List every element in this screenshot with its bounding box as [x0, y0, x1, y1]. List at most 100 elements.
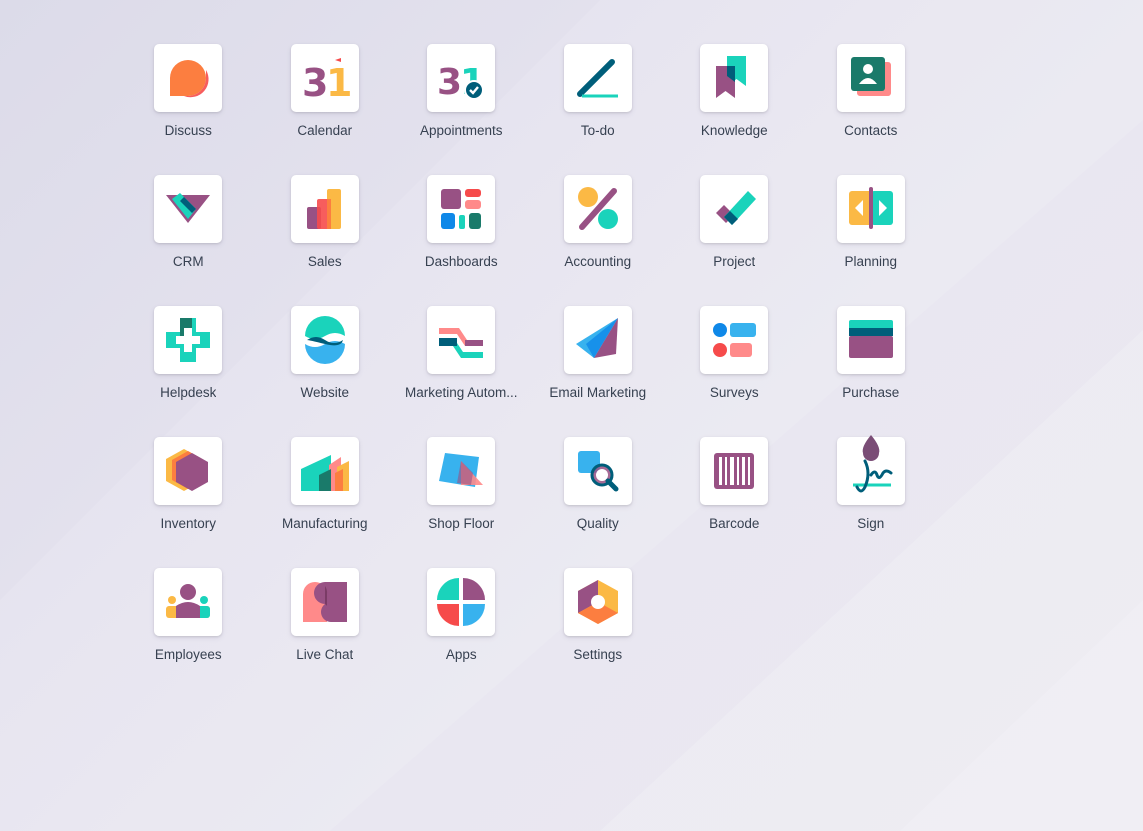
discuss-icon — [170, 60, 209, 98]
app-tile[interactable] — [154, 44, 223, 112]
app-contacts[interactable]: Contacts — [803, 28, 940, 159]
app-label: Helpdesk — [160, 385, 217, 400]
app-label: Barcode — [709, 516, 760, 531]
app-tile[interactable] — [563, 437, 632, 505]
app-surveys[interactable]: Surveys — [666, 290, 803, 421]
app-calendar[interactable]: 3 1 Calendar — [257, 28, 394, 159]
project-icon — [716, 191, 757, 225]
app-tile[interactable] — [154, 175, 223, 243]
app-live-chat[interactable]: Live Chat — [257, 552, 394, 683]
app-employees[interactable]: Employees — [120, 552, 257, 683]
app-purchase[interactable]: Purchase — [803, 290, 940, 421]
app-dashboards[interactable]: Dashboards — [393, 159, 530, 290]
app-label: Sign — [857, 516, 885, 531]
accounting-icon — [577, 187, 618, 230]
sign-icon — [852, 435, 893, 493]
app-tile[interactable] — [836, 175, 905, 243]
app-tile[interactable]: 3 1 — [427, 44, 496, 112]
app-tile[interactable] — [154, 568, 223, 636]
app-tile[interactable] — [563, 306, 632, 374]
app-project[interactable]: Project — [666, 159, 803, 290]
app-tile[interactable] — [836, 44, 905, 112]
app-label: To-do — [580, 123, 615, 138]
app-label: Quality — [576, 516, 619, 531]
app-manufacturing[interactable]: Manufacturing — [257, 421, 394, 552]
app-planning[interactable]: Planning — [803, 159, 940, 290]
app-tile[interactable] — [154, 306, 223, 374]
app-knowledge[interactable]: Knowledge — [666, 28, 803, 159]
app-inventory[interactable]: Inventory — [120, 421, 257, 552]
app-tile[interactable] — [427, 175, 496, 243]
app-email-marketing[interactable]: Email Marketing — [530, 290, 667, 421]
app-label: Email Marketing — [549, 385, 647, 400]
app-crm[interactable]: CRM — [120, 159, 257, 290]
app-tile[interactable] — [427, 437, 496, 505]
todo-icon — [576, 59, 618, 98]
app-label: Apps — [445, 647, 477, 662]
email-marketing-icon — [575, 318, 618, 358]
surveys-icon — [713, 323, 757, 357]
app-tile[interactable] — [836, 306, 905, 374]
sales-icon — [306, 189, 341, 229]
app-tile[interactable] — [154, 437, 223, 505]
marketing-automation-icon — [439, 328, 484, 358]
app-todo[interactable]: To-do — [530, 28, 667, 159]
app-tile[interactable] — [563, 44, 632, 112]
app-appointments[interactable]: 3 1 Appointments — [393, 28, 530, 159]
inventory-icon — [166, 449, 209, 491]
app-discuss[interactable]: Discuss — [120, 28, 257, 159]
app-sales[interactable]: Sales — [257, 159, 394, 290]
app-tile[interactable] — [563, 175, 632, 243]
app-label: Website — [300, 385, 350, 400]
app-tile[interactable] — [700, 44, 769, 112]
app-settings[interactable]: Settings — [530, 552, 667, 683]
app-tile[interactable] — [836, 435, 905, 505]
crm-icon — [166, 193, 211, 223]
app-tile[interactable] — [290, 437, 359, 505]
app-label: Shop Floor — [428, 516, 495, 531]
app-label: Discuss — [164, 123, 212, 138]
app-label: Accounting — [564, 254, 632, 269]
calendar-day-1: 1 — [326, 61, 351, 104]
svg-text:3: 3 — [437, 62, 462, 103]
barcode-icon — [714, 453, 755, 489]
app-label: Knowledge — [700, 123, 768, 138]
app-shop-floor[interactable]: Shop Floor — [393, 421, 530, 552]
app-barcode[interactable]: Barcode — [666, 421, 803, 552]
app-label: Dashboards — [424, 254, 498, 269]
app-accounting[interactable]: Accounting — [530, 159, 667, 290]
website-icon — [304, 316, 345, 364]
app-label: Purchase — [842, 385, 900, 400]
app-label: CRM — [172, 254, 204, 269]
app-sign[interactable]: Sign — [803, 421, 940, 552]
calendar-icon: 3 1 — [302, 58, 351, 104]
app-label: Live Chat — [296, 647, 354, 662]
app-tile[interactable] — [563, 568, 632, 636]
shop-floor-icon — [439, 453, 484, 487]
app-tile[interactable] — [700, 175, 769, 243]
app-quality[interactable]: Quality — [530, 421, 667, 552]
app-tile[interactable] — [290, 568, 359, 636]
app-label: Inventory — [160, 516, 217, 531]
app-tile[interactable] — [290, 175, 359, 243]
app-tile[interactable] — [700, 306, 769, 374]
knowledge-icon — [716, 56, 747, 98]
app-website[interactable]: Website — [257, 290, 394, 421]
app-tile[interactable] — [427, 306, 496, 374]
app-tile[interactable]: 3 1 — [290, 44, 359, 112]
app-tile[interactable] — [427, 568, 496, 636]
app-label: Employees — [154, 647, 222, 662]
app-apps[interactable]: Apps — [393, 552, 530, 683]
quality-icon — [577, 451, 619, 492]
employees-icon — [166, 584, 211, 618]
app-tile[interactable] — [700, 437, 769, 505]
appointments-icon: 3 1 — [437, 62, 485, 103]
app-label: Planning — [844, 254, 898, 269]
live-chat-icon — [302, 582, 347, 622]
planning-icon — [848, 187, 893, 229]
app-tile[interactable] — [290, 306, 359, 374]
app-helpdesk[interactable]: Helpdesk — [120, 290, 257, 421]
app-grid: Discuss 3 1 Calendar 3 1 Appointments — [120, 28, 939, 683]
purchase-icon — [848, 320, 893, 358]
app-marketing-automation[interactable]: Marketing Autom... — [393, 290, 530, 421]
